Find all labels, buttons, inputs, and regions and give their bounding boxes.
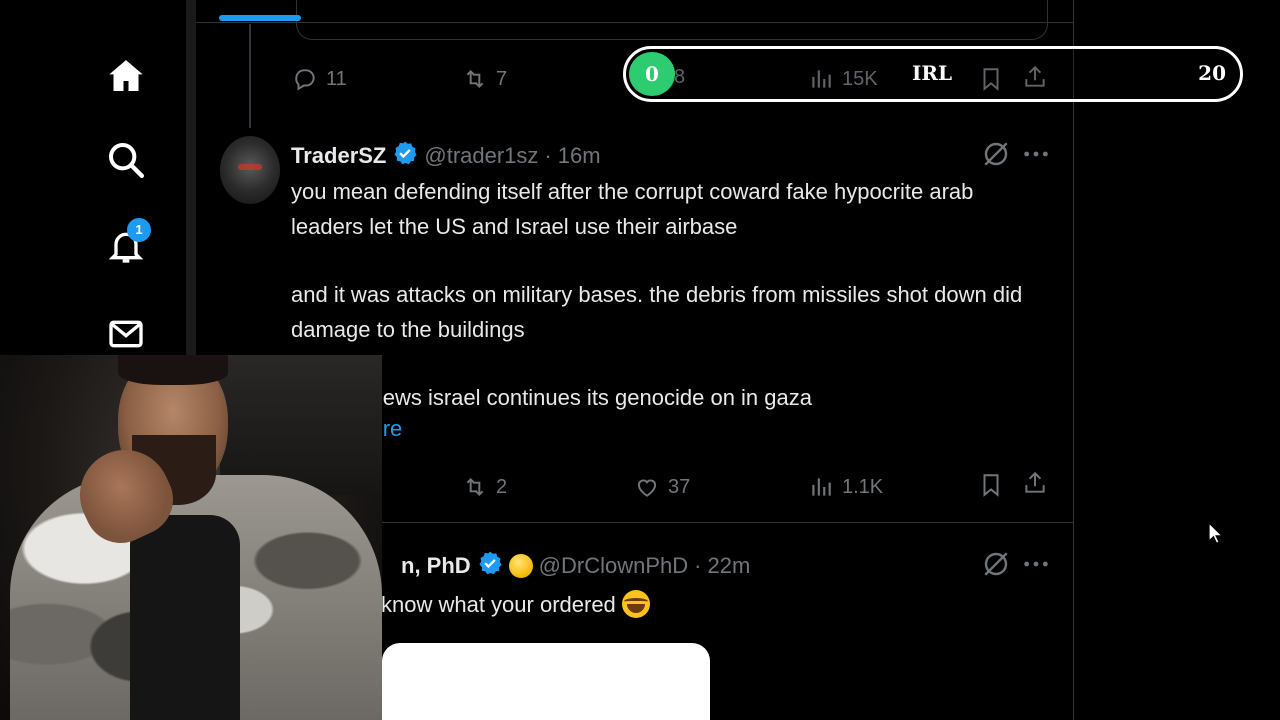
active-tab-indicator — [219, 15, 301, 21]
tweet-paragraph: in other news israel continues its genoc… — [291, 385, 812, 410]
reply-icon — [292, 66, 318, 92]
verified-badge-icon — [477, 550, 503, 582]
handle[interactable]: @trader1sz — [424, 143, 538, 169]
tweet-view-count: 1.1K — [842, 475, 884, 498]
irl-progress-value: 0 — [629, 52, 675, 96]
irl-goal: 20 — [1198, 61, 1226, 85]
quoted-card-edge — [296, 0, 1048, 40]
tweet-paragraph: you mean defending itself after the corr… — [291, 179, 974, 239]
irl-progress-bar: 0 IRL 20 — [623, 46, 1243, 102]
repost-icon — [462, 474, 488, 500]
tweet-like-count: 37 — [668, 475, 691, 498]
webcam-background — [220, 355, 382, 495]
tweet-header: TraderSZ @trader1sz · 16m — [291, 140, 601, 172]
mouse-cursor-icon — [1208, 522, 1224, 545]
repost-icon — [462, 66, 488, 92]
reply-count: 11 — [326, 67, 347, 90]
tweet-paragraph-spacer — [291, 347, 1051, 381]
notification-badge: 1 — [127, 218, 151, 242]
divider — [196, 22, 1074, 23]
tweet2-header: n, PhD @DrClownPhD · 22m — [401, 550, 750, 582]
share-icon — [1022, 470, 1048, 496]
repost-count: 7 — [496, 67, 508, 90]
tweet-paragraph-spacer — [291, 244, 1051, 278]
tweet-bookmark-button[interactable] — [978, 472, 1004, 498]
tweet-repost-count: 2 — [496, 475, 508, 498]
tweet-views-button[interactable]: 1.1K — [808, 474, 883, 500]
search-icon[interactable] — [106, 140, 146, 180]
irl-label: IRL — [912, 61, 953, 85]
heart-icon — [634, 474, 660, 500]
grok-icon[interactable] — [980, 548, 1012, 580]
avatar[interactable] — [220, 136, 280, 204]
display-name[interactable]: TraderSZ — [291, 143, 386, 169]
handle[interactable]: @DrClownPhD — [539, 553, 688, 579]
verified-badge-icon — [392, 140, 418, 172]
tweet-like-button[interactable]: 37 — [634, 474, 690, 500]
timestamp[interactable]: 16m — [558, 143, 601, 169]
more-options-icon[interactable] — [1020, 138, 1052, 170]
separator: · — [694, 553, 702, 578]
views-icon — [808, 474, 834, 500]
tweet2-text-partial: know what your ordered — [381, 592, 616, 617]
display-name[interactable]: n, PhD — [401, 553, 471, 579]
thread-line — [249, 24, 251, 128]
tweet-share-button[interactable] — [1022, 470, 1048, 496]
laughing-emoji-icon — [621, 590, 650, 618]
grok-icon[interactable] — [980, 138, 1012, 170]
mail-icon[interactable] — [106, 314, 146, 354]
tweet-text: you mean defending itself after the corr… — [291, 175, 1051, 416]
webcam-overlay — [0, 355, 382, 720]
webcam-person-hair — [118, 355, 228, 385]
tweet-paragraph: and it was attacks on military bases. th… — [291, 282, 1023, 342]
timestamp[interactable]: 22m — [707, 553, 750, 579]
tweet2-text: know what your ordered — [381, 590, 650, 618]
media-preview[interactable] — [382, 643, 710, 720]
bookmark-icon — [978, 472, 1004, 498]
more-options-icon[interactable] — [1020, 548, 1052, 580]
home-icon[interactable] — [106, 56, 146, 96]
tweet-repost-button[interactable]: 2 — [462, 474, 507, 500]
separator: · — [544, 143, 552, 168]
reply-button[interactable]: 11 — [292, 66, 347, 92]
repost-button[interactable]: 7 — [462, 66, 507, 92]
coin-emoji-icon — [508, 554, 533, 578]
webcam-person-shirt — [130, 515, 240, 720]
